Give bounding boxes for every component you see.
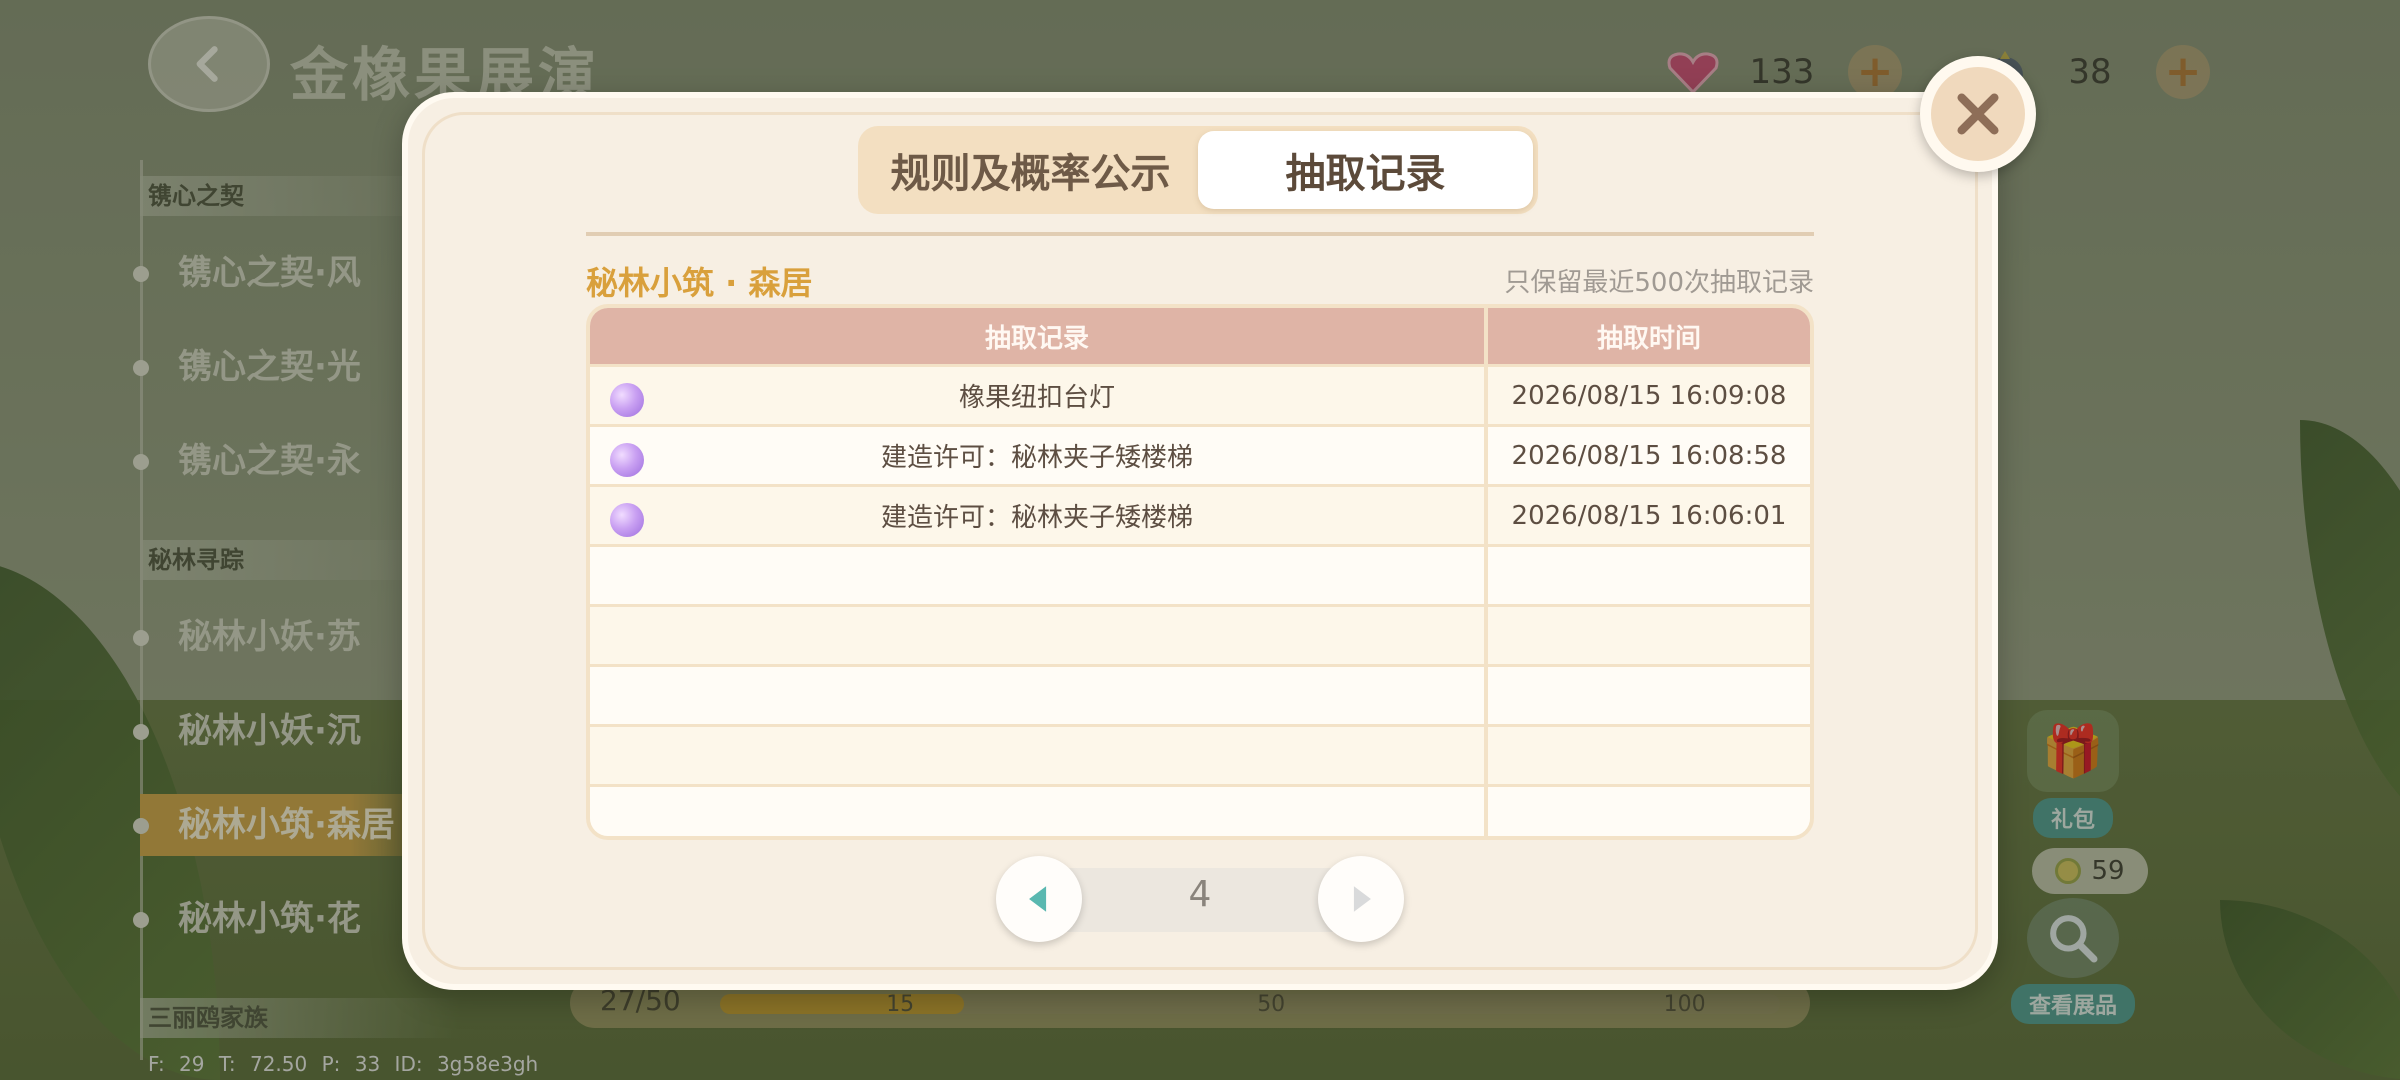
table-row: 橡果纽扣台灯 2026/08/15 16:09:08 <box>590 364 1810 424</box>
record-item-name: 建造许可：秘林夹子矮楼梯 <box>880 503 1193 533</box>
table-header: 抽取记录 抽取时间 <box>590 308 1810 364</box>
rarity-orb-icon <box>610 383 644 417</box>
column-header-time: 抽取时间 <box>1596 323 1701 354</box>
triangle-right-icon <box>1353 886 1371 912</box>
prev-page-button[interactable] <box>996 856 1082 942</box>
draw-record-table: 抽取记录 抽取时间 橡果纽扣台灯 2026/08/15 16:09:08 建造许可：… <box>586 304 1814 840</box>
tab-rules-probability[interactable]: 规则及概率公示 <box>863 131 1198 209</box>
record-item-name: 橡果纽扣台灯 <box>958 383 1115 413</box>
record-limit-note: 只保留最近500次抽取记录 <box>1504 268 1814 298</box>
table-row: 建造许可：秘林夹子矮楼梯 2026/08/15 16:08:58 <box>590 424 1810 484</box>
table-row <box>590 604 1810 664</box>
triangle-left-icon <box>1029 886 1047 912</box>
record-cell: 建造许可：秘林夹子矮楼梯 <box>590 487 1488 544</box>
record-cell <box>590 787 1488 836</box>
tab-draw-record[interactable]: 抽取记录 <box>1198 131 1533 209</box>
record-item-name: 建造许可：秘林夹子矮楼梯 <box>880 443 1193 473</box>
dialog-tabs: 规则及概率公示 抽取记录 <box>858 126 1538 214</box>
record-cell <box>590 727 1488 784</box>
rarity-orb-icon <box>610 503 644 537</box>
next-page-button[interactable] <box>1318 856 1404 942</box>
record-time: 2026/08/15 16:09:08 <box>1511 380 1787 411</box>
column-header-record: 抽取记录 <box>590 308 1488 364</box>
record-cell: 建造许可：秘林夹子矮楼梯 <box>590 427 1488 484</box>
table-row <box>590 724 1810 784</box>
record-cell <box>590 547 1488 604</box>
record-time <box>1488 547 1810 604</box>
record-time <box>1488 727 1810 784</box>
table-row: 建造许可：秘林夹子矮楼梯 2026/08/15 16:06:01 <box>590 484 1810 544</box>
close-icon <box>1931 67 2025 161</box>
rarity-orb-icon <box>610 443 644 477</box>
record-cell <box>590 667 1488 724</box>
record-time: 2026/08/15 16:08:58 <box>1511 440 1787 471</box>
table-row <box>590 664 1810 724</box>
pagination: 4 <box>996 856 1404 942</box>
table-body: 橡果纽扣台灯 2026/08/15 16:09:08 建造许可：秘林夹子矮楼梯 202… <box>590 364 1810 836</box>
record-cell <box>590 607 1488 664</box>
record-time <box>1488 607 1810 664</box>
pool-name: 秘林小筑 · 森居 <box>586 264 813 302</box>
table-row <box>590 784 1810 836</box>
page-number: 4 <box>1188 874 1212 915</box>
record-time <box>1488 787 1810 836</box>
close-button[interactable] <box>1920 56 2036 172</box>
record-time: 2026/08/15 16:06:01 <box>1511 500 1787 531</box>
table-row <box>590 544 1810 604</box>
tab-divider <box>586 232 1814 236</box>
record-cell: 橡果纽扣台灯 <box>590 367 1488 424</box>
record-time <box>1488 667 1810 724</box>
